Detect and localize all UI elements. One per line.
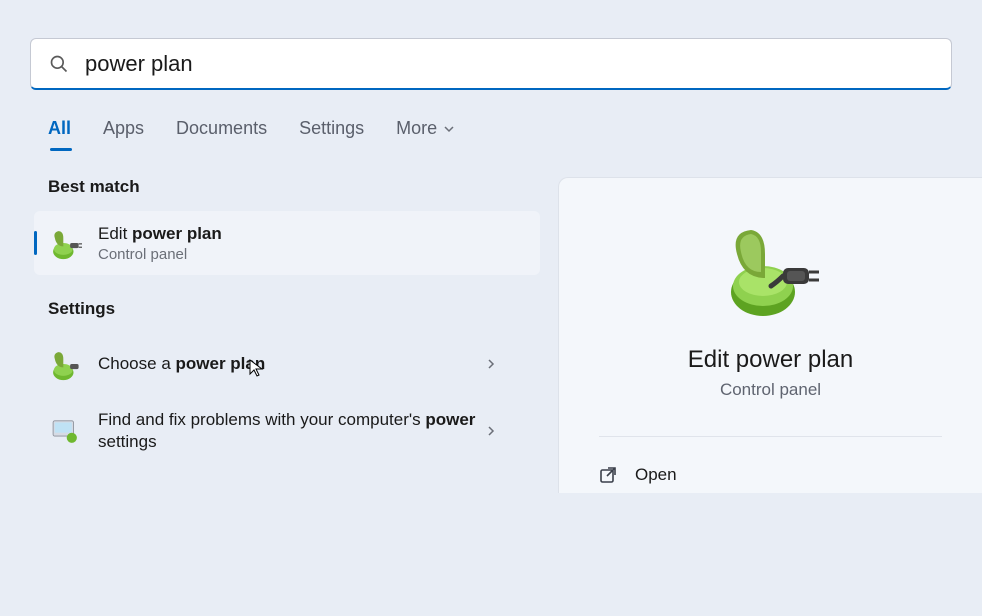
result-title: Edit power plan — [98, 223, 526, 245]
result-fix-power-problems[interactable]: Find and fix problems with your computer… — [34, 395, 540, 467]
tab-more[interactable]: More — [396, 118, 455, 149]
open-external-icon — [599, 466, 617, 484]
chevron-down-icon — [443, 123, 455, 135]
results-column: Best match Edit power plan Control panel… — [0, 177, 540, 493]
chevron-right-icon — [486, 426, 496, 436]
troubleshoot-icon — [48, 414, 82, 448]
search-input[interactable] — [85, 51, 933, 77]
result-subtitle: Control panel — [98, 246, 526, 263]
power-plan-icon-large — [721, 222, 821, 322]
tab-apps[interactable]: Apps — [103, 118, 144, 149]
tab-settings[interactable]: Settings — [299, 118, 364, 149]
search-box[interactable] — [30, 38, 952, 90]
result-best-match[interactable]: Edit power plan Control panel — [34, 211, 540, 275]
power-plan-icon — [48, 347, 82, 381]
result-choose-power-plan[interactable]: Choose a power plan — [34, 333, 540, 395]
best-match-heading: Best match — [48, 177, 540, 197]
chevron-right-icon — [486, 359, 496, 369]
open-action[interactable]: Open — [599, 457, 942, 493]
filter-tabs: All Apps Documents Settings More — [0, 90, 982, 149]
search-icon — [49, 54, 69, 74]
detail-subtitle: Control panel — [720, 380, 821, 400]
settings-heading: Settings — [48, 299, 540, 319]
result-title: Find and fix problems with your computer… — [98, 409, 486, 453]
result-title: Choose a power plan — [98, 353, 486, 375]
detail-title: Edit power plan — [688, 346, 853, 374]
power-plan-icon — [48, 226, 82, 260]
detail-panel: Edit power plan Control panel Open — [558, 177, 982, 493]
tab-documents[interactable]: Documents — [176, 118, 267, 149]
open-label: Open — [635, 465, 677, 485]
tab-all[interactable]: All — [48, 118, 71, 149]
